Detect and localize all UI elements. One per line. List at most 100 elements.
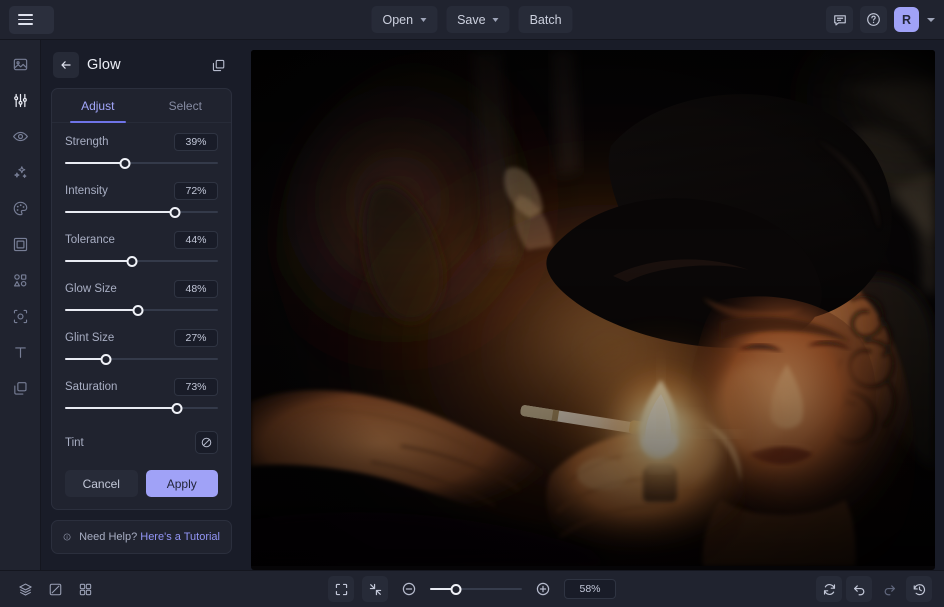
duplicate-icon [212,59,224,71]
tab-select[interactable]: Select [142,89,230,122]
back-arrow-icon [61,61,71,69]
hamburger-icon [18,14,33,25]
zoom-out-button[interactable] [396,576,422,602]
top-bar: Open Save Batch R [0,0,944,40]
slider-track[interactable] [65,402,218,414]
layers-stack-icon [13,382,27,395]
open-button-label: Open [382,12,414,27]
slider-track[interactable] [65,206,218,218]
zoom-in-icon [536,582,550,596]
slider-value[interactable]: 48% [174,280,218,298]
slider-value[interactable]: 44% [174,231,218,249]
layers-button[interactable] [12,576,38,602]
panel-header: Glow [51,50,232,88]
history-button[interactable] [906,576,932,602]
sidebar-item-view[interactable] [4,120,37,153]
image-canvas[interactable] [251,50,935,570]
tint-label: Tint [65,436,84,449]
slider-track[interactable] [65,255,218,267]
undo-button[interactable] [846,576,872,602]
open-button[interactable]: Open [371,6,438,33]
save-button[interactable]: Save [446,6,510,33]
history-controls [816,576,932,602]
slider-value[interactable]: 72% [174,182,218,200]
compare-button[interactable] [42,576,68,602]
shapes-icon [13,274,26,287]
chevron-down-icon [492,17,499,22]
tint-color-button[interactable] [195,431,218,454]
tab-adjust[interactable]: Adjust [54,89,142,122]
slider-track[interactable] [65,353,218,365]
no-color-icon [201,437,212,448]
zoom-controls: 58% [328,576,616,602]
slider-list: Strength 39% Intensity 72% Tolerance 44%… [52,123,231,414]
sidebar-item-image[interactable] [4,48,37,81]
eye-icon [12,131,28,142]
tint-row: Tint [52,427,231,454]
duplicate-effect-button[interactable] [206,53,230,77]
zoom-out-icon [402,582,416,596]
sidebar-item-text[interactable] [4,336,37,369]
zoom-level-value[interactable]: 58% [564,579,616,599]
sidebar-item-shapes[interactable] [4,264,37,297]
slider-value[interactable]: 73% [174,378,218,396]
apply-button[interactable]: Apply [145,470,218,497]
sparkles-icon [13,166,26,178]
slider-track[interactable] [65,304,218,316]
slider-glow-size: Glow Size 48% [65,280,218,316]
fit-to-screen-button[interactable] [362,576,388,602]
undo-icon [853,584,864,595]
slider-label: Saturation [65,381,118,393]
slider-tolerance: Tolerance 44% [65,231,218,267]
cancel-button[interactable]: Cancel [65,470,138,497]
account-chevron-down-icon[interactable] [927,17,935,22]
slider-label: Intensity [65,185,108,197]
tutorial-link[interactable]: Here's a Tutorial [140,531,220,543]
slider-label: Strength [65,136,109,148]
account-actions-group: R [826,6,935,33]
tutorial-text: Need Help? Here's a Tutorial [79,531,220,543]
reset-button[interactable] [816,576,842,602]
avatar[interactable]: R [894,7,919,32]
sidebar-item-transform[interactable] [4,300,37,333]
text-icon [14,347,26,358]
fullscreen-button[interactable] [328,576,354,602]
compare-split-icon [49,583,61,595]
canvas-stage [242,40,944,570]
sidebar-item-effects[interactable] [4,156,37,189]
sidebar-item-frame[interactable] [4,228,37,261]
slider-value[interactable]: 27% [174,329,218,347]
info-icon [63,533,71,541]
edited-photo [251,50,935,566]
slider-saturation: Saturation 73% [65,378,218,414]
batch-button-label: Batch [529,12,562,27]
slider-track[interactable] [65,157,218,169]
frame-icon [13,237,27,252]
image-icon [13,58,27,71]
save-button-label: Save [457,12,486,27]
redo-button[interactable] [876,576,902,602]
help-icon [867,13,880,26]
tutorial-prefix: Need Help? [79,531,141,543]
back-button[interactable] [53,52,79,78]
bottom-toolbar: 58% [0,570,944,607]
comment-icon [833,14,846,25]
help-button[interactable] [860,6,887,33]
sidebar-item-color[interactable] [4,192,37,225]
tutorial-banner[interactable]: Need Help? Here's a Tutorial [51,520,232,554]
zoom-in-button[interactable] [530,576,556,602]
grid-icon [79,583,91,595]
sidebar-item-layers[interactable] [4,372,37,405]
batch-button[interactable]: Batch [518,6,573,33]
slider-intensity: Intensity 72% [65,182,218,218]
glow-settings-card: Adjust Select Strength 39% Intensity 72%… [51,88,232,510]
tool-panel: Glow Adjust Select Strength 39% Intensit… [41,40,242,570]
zoom-slider[interactable] [430,583,522,595]
grid-button[interactable] [72,576,98,602]
sidebar-item-adjust[interactable] [4,84,37,117]
comment-button[interactable] [826,6,853,33]
fit-to-screen-icon [369,583,381,595]
slider-value[interactable]: 39% [174,133,218,151]
app-menu-button[interactable] [9,5,54,34]
view-mode-group [12,576,98,602]
